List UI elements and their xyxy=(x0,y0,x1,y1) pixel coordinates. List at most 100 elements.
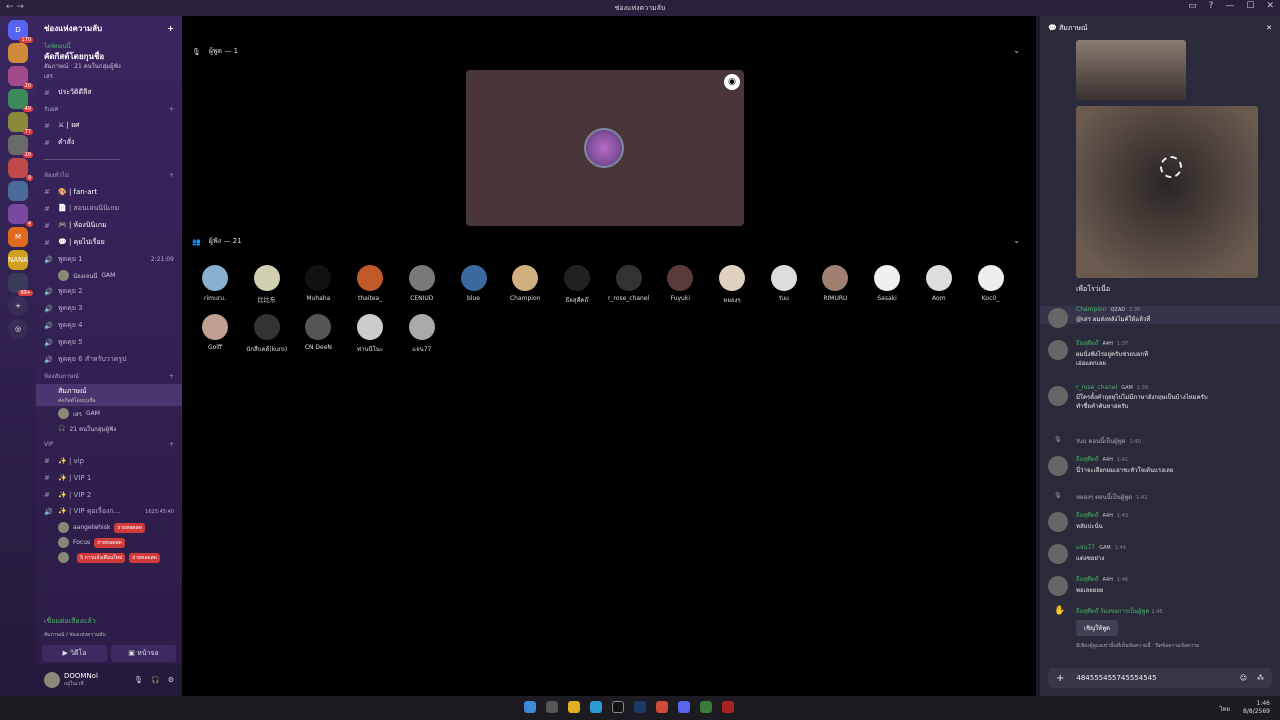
search-icon[interactable] xyxy=(546,701,558,713)
tiktok-icon[interactable] xyxy=(612,701,624,713)
server-icon[interactable]: 49 xyxy=(8,89,33,112)
avatar[interactable] xyxy=(1048,386,1068,406)
chevron-down-icon[interactable]: ⌄ xyxy=(1013,236,1020,245)
author-name[interactable]: แจน77 xyxy=(1076,544,1095,551)
voice-channel[interactable]: 🔊 พูดคุย 5 xyxy=(36,334,182,351)
audience-member[interactable]: Fuyuki xyxy=(655,265,705,302)
app-icon[interactable] xyxy=(700,701,712,713)
help-icon[interactable]: ? xyxy=(1209,1,1214,11)
audience-member[interactable]: Koc0_ xyxy=(966,265,1016,302)
chat-message[interactable]: ธีอสุคืดถ๊ A4H 1:46 พอเลยยยย xyxy=(1040,574,1280,596)
author-name[interactable]: Champion xyxy=(1076,306,1106,313)
avatar[interactable] xyxy=(1048,576,1068,596)
channel-row[interactable]: # ✨ | VIP 2 xyxy=(36,486,182,503)
category-vip[interactable]: VIP + xyxy=(36,436,182,452)
audience-member[interactable]: Aom xyxy=(914,265,964,302)
audience-member[interactable]: 比比东 xyxy=(242,265,292,304)
chat-message[interactable]: Champion QZAD 1:36 @เสร ผมส่งหลังไมค์ให้แล้… xyxy=(1040,306,1280,328)
screen-share-button[interactable]: ▣ หน้าจอ xyxy=(111,645,176,662)
stage-channel[interactable]: สัมภาษณ์ คัดกีสต์โดยกุนชื่อ xyxy=(36,384,182,406)
avatar[interactable] xyxy=(1048,456,1068,476)
vip-user[interactable]: Focus ถ่ายทอดสด xyxy=(36,535,182,550)
server-icon[interactable]: 20 xyxy=(8,135,33,158)
author-name[interactable]: ธีอสุคืดถ๊ xyxy=(1076,340,1098,347)
audience-member[interactable]: ท่านนีโนะ xyxy=(345,314,395,354)
chat-message[interactable]: แจน77 GAM 1:44 แต่งซอย่าง xyxy=(1040,542,1280,564)
video-button[interactable]: ▶ วิดีโอ xyxy=(42,645,107,662)
notice-badge[interactable]: 5 การแจ้งเตือนใหม่ xyxy=(77,552,126,563)
audience-member[interactable]: Yuu xyxy=(759,265,809,302)
add-icon[interactable]: + xyxy=(169,373,174,380)
audience-member[interactable]: blue xyxy=(449,265,499,302)
avatar[interactable] xyxy=(1048,340,1068,360)
audience-member[interactable]: แจน77 xyxy=(397,314,447,354)
channel-row[interactable]: # 📄 | สอนเล่นนินิเกม xyxy=(36,200,182,217)
channel-row[interactable]: # ประวัติดีลีส xyxy=(36,84,182,101)
server-icon[interactable]: 9 xyxy=(8,158,33,181)
add-member-icon[interactable]: + xyxy=(167,24,174,33)
speaker-tile[interactable]: ◉ xyxy=(466,70,744,226)
audience-member[interactable]: CENIUD xyxy=(397,265,447,302)
avatar[interactable] xyxy=(1048,308,1068,328)
add-icon[interactable]: + xyxy=(169,106,174,113)
guild-header[interactable]: ช่องแห่งความลับ + xyxy=(36,16,182,40)
voice-user[interactable]: น้องเจนนี่ GAM xyxy=(36,268,182,283)
server-icon[interactable]: 4 xyxy=(8,204,33,227)
audience-member[interactable]: ธีอสุคืดถ๊ xyxy=(552,265,602,305)
audience-member[interactable]: Sasaki xyxy=(862,265,912,302)
voice-channel[interactable]: 🔊 พูดคุย 2 xyxy=(36,283,182,300)
explore-icon[interactable]: ◎ xyxy=(8,319,28,339)
author-name[interactable]: ธีอสุคืดถ๊ xyxy=(1076,512,1098,519)
edge-icon[interactable] xyxy=(590,701,602,713)
channel-row[interactable]: # 🎮 | ห้องนินิเกม xyxy=(36,217,182,234)
cat-image-attachment[interactable] xyxy=(1076,40,1186,100)
voice-channel[interactable]: 🔊 พูดคุย 1 2:21:09 xyxy=(36,251,182,268)
vip-user[interactable]: aangelwhisk ถ่ายทอดสด xyxy=(36,520,182,535)
category-stage[interactable]: ห้องสัมภาษณ์ + xyxy=(36,368,182,384)
avatar[interactable] xyxy=(1048,544,1068,564)
voice-channel[interactable]: 🔊 พูดคุย 6 สำหรับวาดรูป xyxy=(36,351,182,368)
emoji-icon[interactable]: ☺ xyxy=(1240,674,1247,682)
server-icon[interactable]: M xyxy=(8,227,28,247)
audience-member[interactable]: thaitea_ xyxy=(345,265,395,302)
chevron-down-icon[interactable]: ⌄ xyxy=(1013,46,1020,55)
camera-icon[interactable]: ◉ xyxy=(724,74,740,90)
chat-message[interactable]: ธีอสุคืดถ๊ A4H 1:37 ผมนั่งฟังไรอยู่ครับช่วย… xyxy=(1040,338,1280,368)
audience-member[interactable]: นักสืบคดี(kuro) xyxy=(242,314,292,354)
server-icon[interactable]: D 170 xyxy=(8,20,33,43)
invite-speak-button[interactable]: เชิญให้พูด xyxy=(1076,620,1118,636)
photoshop-icon[interactable] xyxy=(634,701,646,713)
apps-icon[interactable]: ⁂ xyxy=(1257,674,1264,682)
voice-channel[interactable]: 🔊 พูดคุย 4 xyxy=(36,317,182,334)
chat-message[interactable]: ธีอสุคืดถ๊ A4H 1:41 นี่ว่าจะเลือกผมเอาชะหัว… xyxy=(1040,454,1280,476)
channel-row[interactable]: # ⚔ | ยศ xyxy=(36,117,182,134)
add-server-icon[interactable]: + xyxy=(8,296,28,316)
live-event[interactable]: ไลฟ์ตอนนี้ คัดกีสต์โดยกุนชื่อ สัมภาษณ์ ·… xyxy=(36,40,182,84)
category-rules[interactable]: รับยศ + xyxy=(36,101,182,117)
author-name[interactable]: ธีอสุคืดถ๊ xyxy=(1076,456,1098,463)
start-icon[interactable] xyxy=(524,701,536,713)
add-icon[interactable]: + xyxy=(169,172,174,179)
chat-message[interactable]: r_rose_chanel GAM 1:39 มีใครตั้งคำถุยทุไปไม… xyxy=(1040,384,1280,411)
cat-video-attachment[interactable] xyxy=(1076,106,1258,278)
clock[interactable]: 1:46 8/8/2569 xyxy=(1243,700,1270,716)
channel-row[interactable]: # คำสั่ง xyxy=(36,134,182,151)
voice-channel[interactable]: 🔊 พูดคุย 3 xyxy=(36,300,182,317)
message-input[interactable]: + 484555455745554545 ☺ ⁂ xyxy=(1048,668,1272,688)
settings-icon[interactable]: ⚙ xyxy=(168,676,174,684)
add-icon[interactable]: + xyxy=(169,441,174,448)
category-chat[interactable]: ห้องทั่วไป + xyxy=(36,167,182,183)
channel-row[interactable]: # 💬 | คุยไปเรื่อย xyxy=(36,234,182,251)
chat-message[interactable]: ธีอสุคืดถ๊ A4H 1:43 หลับปะนั่น xyxy=(1040,510,1280,532)
audience-member[interactable]: rimuru. xyxy=(190,265,240,302)
discord-icon[interactable] xyxy=(678,701,690,713)
channel-row[interactable]: # 🎨 | fan-art xyxy=(36,183,182,200)
author-name[interactable]: ธีอสุคืดถ๊ xyxy=(1076,576,1098,583)
server-icon[interactable]: 77 xyxy=(8,112,33,135)
close-icon[interactable]: ✕ xyxy=(1266,24,1272,32)
maximize-button[interactable]: ☐ xyxy=(1246,1,1254,11)
audience-member[interactable]: Golff xyxy=(190,314,240,351)
close-button[interactable]: ✕ xyxy=(1266,1,1274,11)
mic-icon[interactable]: 🎙 xyxy=(134,676,143,684)
author-name[interactable]: r_rose_chanel xyxy=(1076,384,1117,391)
